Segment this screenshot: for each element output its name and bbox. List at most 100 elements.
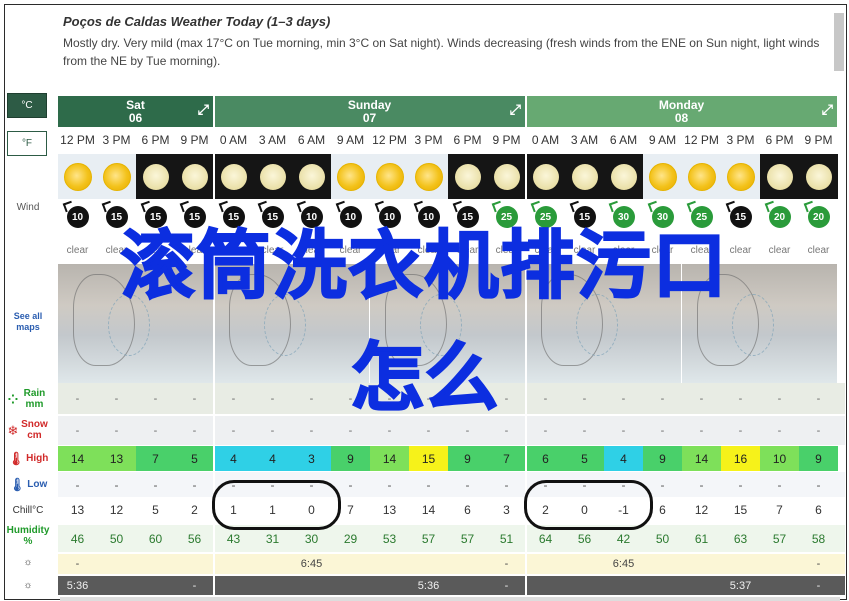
low-row-label: 🌡 Low [2, 478, 54, 491]
wind-speed-badge: 15 [144, 206, 167, 228]
rain-cell: - [543, 392, 548, 405]
time-cell: 3 PM [102, 132, 131, 147]
wind-speed-badge: 15 [261, 206, 284, 228]
time-cell: 9 AM [648, 132, 677, 147]
sunrise-cell [370, 554, 409, 574]
sunrise-cell [175, 554, 214, 574]
day-header[interactable]: Sunday 07 ⤢ [214, 96, 525, 127]
rain-cell: - [426, 392, 431, 405]
low-temp-cell: - [426, 477, 431, 492]
rain-cell: - [777, 392, 782, 405]
horizontal-scrollbar[interactable] [60, 597, 840, 601]
sunset-cell [136, 576, 175, 595]
rain-cell: - [660, 392, 665, 405]
low-temp-cell: - [75, 477, 80, 492]
wind-cell: 30 [643, 201, 682, 233]
rain-cell: - [192, 392, 197, 405]
sunrise-cell [526, 554, 565, 574]
humidity-cell: 50 [655, 531, 670, 546]
sky-cell [370, 154, 409, 199]
sunrise-cell [682, 554, 721, 574]
rain-cell: - [504, 392, 509, 405]
wind-speed-badge: 20 [768, 206, 791, 228]
wind-chill-cell: 12 [109, 503, 124, 517]
rain-row: -------------------- [58, 383, 845, 414]
time-row: 12 PM 3 PM 6 PM 9 PM 0 AM 3 AM 6 AM 9 AM 12 PM 3 … [58, 127, 845, 152]
wind-row: 10 15 15 15 15 15 10 10 10 10 15 25 25 15 30 30 25 15 20 20 [58, 201, 845, 233]
sunrise-row: - 6:45 - 6:45 - [58, 554, 845, 574]
sunset-cell: 5:36 [417, 579, 440, 592]
cloud-cover-cell: clear [105, 244, 128, 256]
high-temp-cell: 14 [58, 446, 97, 471]
cloud-cover-cell: clear [144, 244, 167, 256]
snow-cell: - [192, 424, 197, 437]
wind-speed-badge: 15 [456, 206, 479, 228]
day-header[interactable]: Monday 08 ⤢ [526, 96, 837, 127]
sky-row [58, 154, 845, 199]
wind-speed-badge: 25 [534, 206, 557, 228]
rain-label: Rain mm [23, 388, 46, 410]
sky-cell [682, 154, 721, 199]
vertical-scrollbar[interactable] [834, 13, 844, 71]
sky-cell [136, 154, 175, 199]
expand-icon[interactable]: ⤢ [510, 102, 521, 116]
day-separator [525, 96, 527, 601]
expand-icon[interactable]: ⤢ [822, 102, 833, 116]
cloud-cover-cell: clear [417, 244, 440, 256]
sunrise-cell [97, 554, 136, 574]
day-date: 06 [128, 111, 143, 125]
low-label: Low [27, 479, 48, 490]
time-cell: 6 AM [609, 132, 638, 147]
hand-drawn-circle [524, 480, 653, 530]
low-temp-cell: - [114, 477, 119, 492]
see-all-maps-link[interactable]: See all maps [2, 311, 54, 333]
high-temp-cell: 14 [682, 446, 721, 471]
sky-cell [604, 154, 643, 199]
weather-map-thumbnail[interactable] [526, 264, 682, 383]
sunrise-cell [565, 554, 604, 574]
sunrise-cell [253, 554, 292, 574]
moon-icon [142, 163, 169, 190]
low-temp-cell: - [816, 477, 821, 492]
humidity-cell: 58 [811, 531, 826, 546]
moon-icon [298, 163, 325, 190]
weather-map-thumbnail[interactable] [214, 264, 370, 383]
high-temp-cell: 9 [643, 446, 682, 471]
expand-icon[interactable]: ⤢ [198, 102, 209, 116]
high-temp-row: 14 13 7 5 4 4 3 9 14 15 9 7 6 5 4 9 14 16 10 9 [58, 446, 845, 471]
rain-cell: - [270, 392, 275, 405]
humidity-cell: 63 [733, 531, 748, 546]
wind-cell: 10 [331, 201, 370, 233]
wind-cell: 15 [448, 201, 487, 233]
wind-speed-badge: 10 [339, 206, 362, 228]
cloud-cover-cell: clear [534, 244, 557, 256]
cloud-cover-cell: clear [690, 244, 713, 256]
sunset-cell [760, 576, 799, 595]
sunset-cell: - [816, 579, 821, 592]
weather-map-thumbnail[interactable] [370, 264, 526, 383]
fahrenheit-button[interactable]: °F [7, 131, 47, 156]
snow-cell: - [777, 424, 782, 437]
snow-label: Snow cm [21, 419, 48, 441]
humidity-cell: 57 [421, 531, 436, 546]
day-header[interactable]: Sat 06 ⤢ [58, 96, 213, 127]
celsius-button[interactable]: °C [7, 93, 47, 118]
weather-map-thumbnail[interactable] [682, 264, 838, 383]
sky-cell [487, 154, 526, 199]
snow-cell: - [270, 424, 275, 437]
cloud-cover-cell: clear [339, 244, 362, 256]
wind-cell: 15 [175, 201, 214, 233]
wind-speed-badge: 10 [417, 206, 440, 228]
rain-cell: - [582, 392, 587, 405]
snowflake-icon: ❄ [7, 422, 19, 438]
humidity-cell: 53 [382, 531, 397, 546]
sunrise-cell: - [504, 558, 509, 570]
cloud-cover-cell: clear [651, 244, 674, 256]
humidity-row: 46 50 60 56 43 31 30 29 53 57 57 51 64 56 42 50 61 63 57 58 [58, 525, 845, 552]
sky-cell [97, 154, 136, 199]
weather-map-thumbnail[interactable] [58, 264, 214, 383]
sky-cell [292, 154, 331, 199]
cloud-cover-cell: clear [612, 244, 635, 256]
wind-chill-cell: 7 [776, 503, 783, 517]
sun-icon [726, 162, 755, 191]
